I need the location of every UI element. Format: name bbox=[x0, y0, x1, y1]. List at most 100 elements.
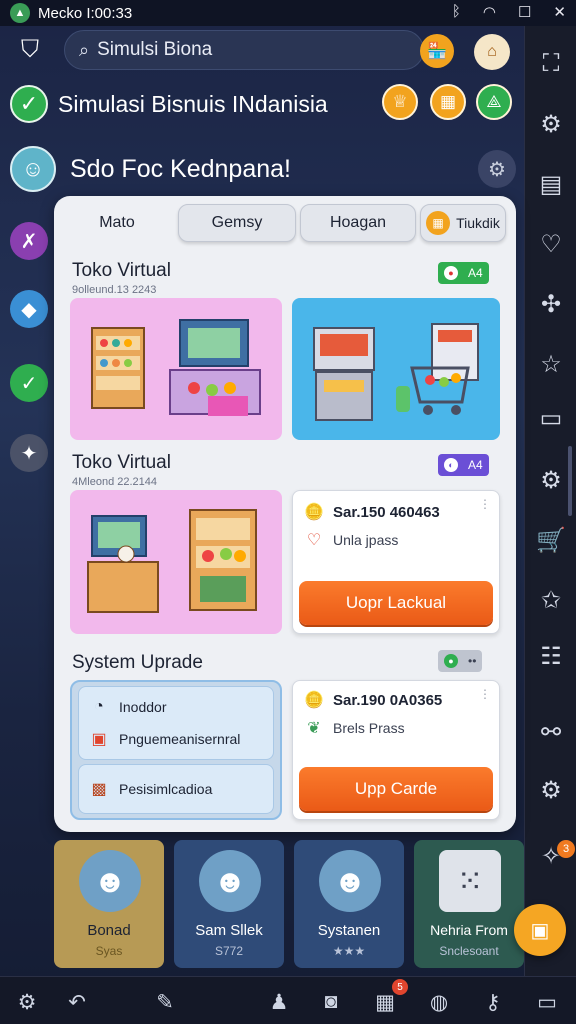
offer-card: ⋮ 🪙 Sar.150 460463 ♡ Unla jpass Uopr Lac… bbox=[292, 490, 500, 634]
system-box: ◔ Inoddor ▣ Pnguemeanisernral ▩ Pesisiml… bbox=[70, 680, 282, 820]
crate-icon: ▩ bbox=[91, 781, 107, 798]
camera-icon[interactable]: ◙ bbox=[316, 987, 346, 1017]
more-icon[interactable]: ⋮ bbox=[479, 497, 491, 511]
tab-tiukdik[interactable]: ▦ Tiukdik bbox=[420, 204, 506, 242]
system-line: ▩ Pesisimlcadioa bbox=[87, 777, 212, 801]
store-tile-blue[interactable] bbox=[292, 298, 500, 440]
badge-label: A4 bbox=[468, 266, 483, 280]
staff-sub: Syas bbox=[95, 944, 123, 958]
offer-label: ♡ Unla jpass bbox=[303, 529, 399, 551]
badge-label: A4 bbox=[468, 458, 483, 472]
store-tile-pink[interactable] bbox=[70, 298, 282, 440]
tab-gemsy[interactable]: Gemsy bbox=[178, 204, 296, 242]
shopping-bag-icon[interactable]: ⛉ bbox=[14, 36, 46, 66]
greeting-row: ☺ Sdo Foc Kednpana! ⚙ bbox=[10, 144, 520, 194]
staff-avatar: ☻ bbox=[199, 850, 261, 912]
undo-icon[interactable]: ↶ bbox=[62, 987, 92, 1017]
notification-icon[interactable]: ✧ 3 bbox=[535, 840, 575, 872]
record-icon: ● bbox=[444, 266, 458, 280]
chart-icon[interactable]: ⟁ bbox=[476, 84, 512, 120]
search-icon: ⌕ bbox=[79, 39, 90, 60]
chat-bubble-icon[interactable]: ▭ bbox=[532, 987, 562, 1017]
cart-icon[interactable]: 🛒 bbox=[535, 524, 567, 556]
tab-label: Gemsy bbox=[211, 214, 263, 231]
staff-card[interactable]: ⁙ Nehria From Snclesoant bbox=[414, 840, 524, 968]
close-icon[interactable]: ✕ bbox=[553, 3, 566, 21]
hammer-icon[interactable]: ✦ bbox=[10, 434, 48, 472]
greeting-text: Sdo Foc Kednpana! bbox=[70, 154, 291, 183]
staff-card[interactable]: ☻ Systanen ★★★ bbox=[294, 840, 404, 968]
shop-icon[interactable]: 🏪 bbox=[420, 34, 454, 68]
button-label: Upp Carde bbox=[354, 779, 438, 798]
staff-name: Bonad bbox=[87, 922, 131, 939]
bluetooth-icon: ᛒ bbox=[451, 3, 461, 20]
grid-icon[interactable]: ▤ bbox=[535, 168, 567, 200]
settings-gear-icon[interactable]: ⚙ bbox=[478, 150, 516, 188]
star-icon[interactable]: ☆ bbox=[535, 348, 567, 380]
gear-small-icon[interactable]: ⚙ bbox=[535, 774, 567, 806]
scrollbar[interactable] bbox=[568, 446, 572, 516]
puzzle-piece-icon[interactable]: ✣ bbox=[535, 288, 567, 320]
search-placeholder: Simulsi Biona bbox=[97, 39, 213, 60]
square-icon[interactable]: ☐ bbox=[518, 3, 531, 21]
box-icon: ▣ bbox=[91, 731, 107, 748]
system-item[interactable]: ◔ Inoddor ▣ Pnguemeanisernral bbox=[78, 686, 274, 760]
shield-icon[interactable]: ◆ bbox=[10, 290, 48, 328]
leaf-icon: ❦ bbox=[307, 720, 321, 737]
tab-label: Tiukdik bbox=[456, 215, 500, 231]
store-shelf-illustration bbox=[91, 319, 261, 416]
more-icon[interactable]: ⋮ bbox=[479, 687, 491, 701]
button-label: Uopr Lackual bbox=[345, 593, 447, 612]
floating-action-button[interactable]: ▣ bbox=[514, 904, 566, 956]
section-title: Toko Virtual bbox=[72, 452, 171, 473]
search-input[interactable]: ⌕ Simulsi Biona bbox=[64, 30, 424, 70]
profile-button[interactable]: ⌂ bbox=[474, 34, 510, 70]
right-rail: ⛶ ⚙ ▤ ♡ ✣ ☆ ▭ ⚙ 🛒 ✩ ☷ ⚯ ⚙ ✧ 3 bbox=[524, 26, 576, 976]
tab-bar: Mato Gemsy Hoagan ▦ Tiukdik bbox=[62, 204, 508, 248]
app-logo-icon: ▲ bbox=[10, 3, 30, 23]
offer-price: 🪙 Sar.150 460463 bbox=[303, 501, 440, 523]
tab-mato[interactable]: Mato bbox=[62, 204, 172, 242]
tools-icon[interactable]: ✗ bbox=[10, 222, 48, 260]
wallet-icon[interactable]: ▭ bbox=[535, 402, 567, 434]
barcode-icon[interactable]: ☷ bbox=[535, 640, 567, 672]
staff-card[interactable]: ☻ Sam Sllek S772 bbox=[174, 840, 284, 968]
offer-card: ⋮ 🪙 Sar.190 0A0365 ❦ Brels Prass Upp Car… bbox=[292, 680, 500, 820]
status-icons: ᛒ ◠ ☐ ✕ bbox=[452, 3, 566, 21]
pie-icon: ◐ bbox=[444, 458, 458, 472]
settings-icon[interactable]: ⚙ bbox=[12, 987, 42, 1017]
puzzle-icon[interactable]: ⛶ bbox=[535, 48, 567, 80]
chat-icon[interactable]: ♡ bbox=[535, 228, 567, 260]
lock-icon[interactable]: ⚷ bbox=[478, 987, 508, 1017]
gear-icon[interactable]: ⚙ bbox=[535, 108, 567, 140]
label-text: Unla jpass bbox=[333, 532, 399, 548]
tool-icon[interactable]: ⚯ bbox=[535, 716, 567, 748]
user-icon[interactable]: ♟ bbox=[264, 987, 294, 1017]
status-badge: ◐ A4 bbox=[438, 454, 489, 476]
avatar[interactable]: ☺ bbox=[10, 146, 56, 192]
heading-row: ✓ Simulasi Bisnuis INdanisia ♕ ▦ ⟁ bbox=[10, 84, 520, 124]
system-item[interactable]: ▩ Pesisimlcadioa bbox=[78, 764, 274, 814]
status-badge: ● A4 bbox=[438, 262, 489, 284]
top-bar: ⛉ ⌕ Simulsi Biona 🏪 ⌂ bbox=[0, 26, 524, 76]
system-item-label: Pesisimlcadioa bbox=[119, 781, 213, 797]
tab-hoagan[interactable]: Hoagan bbox=[300, 204, 416, 242]
store-tile-counter[interactable] bbox=[70, 490, 282, 634]
section-subtitle: 9olleund.13 2243 bbox=[72, 284, 157, 296]
bottom-bar: ⚙ ↶ ✎ ♟ ◙ ▦ 5 ◍ ⚷ ▭ bbox=[0, 976, 576, 1024]
staff-avatar: ☻ bbox=[79, 850, 141, 912]
settings-icon[interactable]: ⚙ bbox=[535, 464, 567, 496]
trophy-icon[interactable]: ♕ bbox=[382, 84, 418, 120]
main-panel: Mato Gemsy Hoagan ▦ Tiukdik Toko Virtual… bbox=[54, 196, 516, 832]
star-outline-icon[interactable]: ✩ bbox=[535, 584, 567, 616]
globe-icon[interactable]: ◍ bbox=[424, 987, 454, 1017]
store-icon[interactable]: ▦ bbox=[430, 84, 466, 120]
staff-card[interactable]: ☻ Bonad Syas bbox=[54, 840, 164, 968]
upgrade-button[interactable]: Uopr Lackual bbox=[299, 581, 493, 625]
section-title: Toko Virtual bbox=[72, 260, 171, 281]
verified-icon[interactable]: ✓ bbox=[10, 364, 48, 402]
check-icon: ✓ bbox=[10, 85, 48, 123]
offer-label: ❦ Brels Prass bbox=[303, 717, 404, 739]
edit-icon[interactable]: ✎ bbox=[150, 987, 180, 1017]
upgrade-card-button[interactable]: Upp Carde bbox=[299, 767, 493, 811]
